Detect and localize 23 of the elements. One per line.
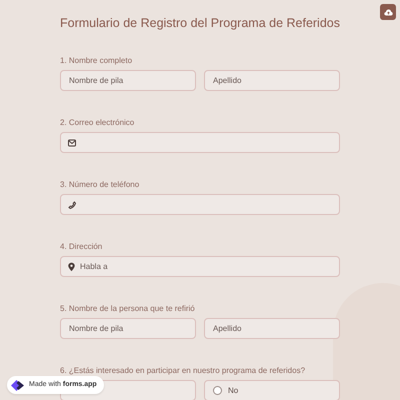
input-field[interactable]: Habla a (60, 256, 340, 277)
radio-button[interactable] (213, 386, 222, 395)
option-box[interactable]: No (204, 380, 340, 400)
text-field[interactable]: Nombre de pila (60, 318, 196, 339)
question-label: 6. ¿Estás interesado en participar en nuestro programa de referidos? (60, 365, 306, 376)
email-icon (68, 139, 76, 146)
input-field[interactable] (60, 132, 340, 153)
cloud-icon (384, 8, 392, 16)
text-field[interactable]: Nombre de pila (60, 70, 196, 91)
text-field[interactable]: Apellido (204, 318, 340, 339)
upload-button[interactable] (380, 4, 396, 20)
location-pin-icon (68, 262, 75, 271)
text-field[interactable]: Apellido (204, 70, 340, 91)
question-label: 1. Nombre completo (60, 55, 132, 66)
form-title: Formulario de Registro del Programa de Referidos (59, 15, 341, 31)
question-label: 4. Dirección (60, 241, 102, 252)
logo-icon (11, 380, 24, 390)
question-label: 3. Número de teléfono (60, 179, 140, 190)
input-field[interactable] (60, 194, 340, 215)
phone-icon (68, 200, 76, 208)
question-label: 5. Nombre de la persona que te refirió (60, 303, 195, 314)
question-label: 2. Correo electrónico (60, 117, 134, 128)
option-label: No (228, 384, 238, 396)
